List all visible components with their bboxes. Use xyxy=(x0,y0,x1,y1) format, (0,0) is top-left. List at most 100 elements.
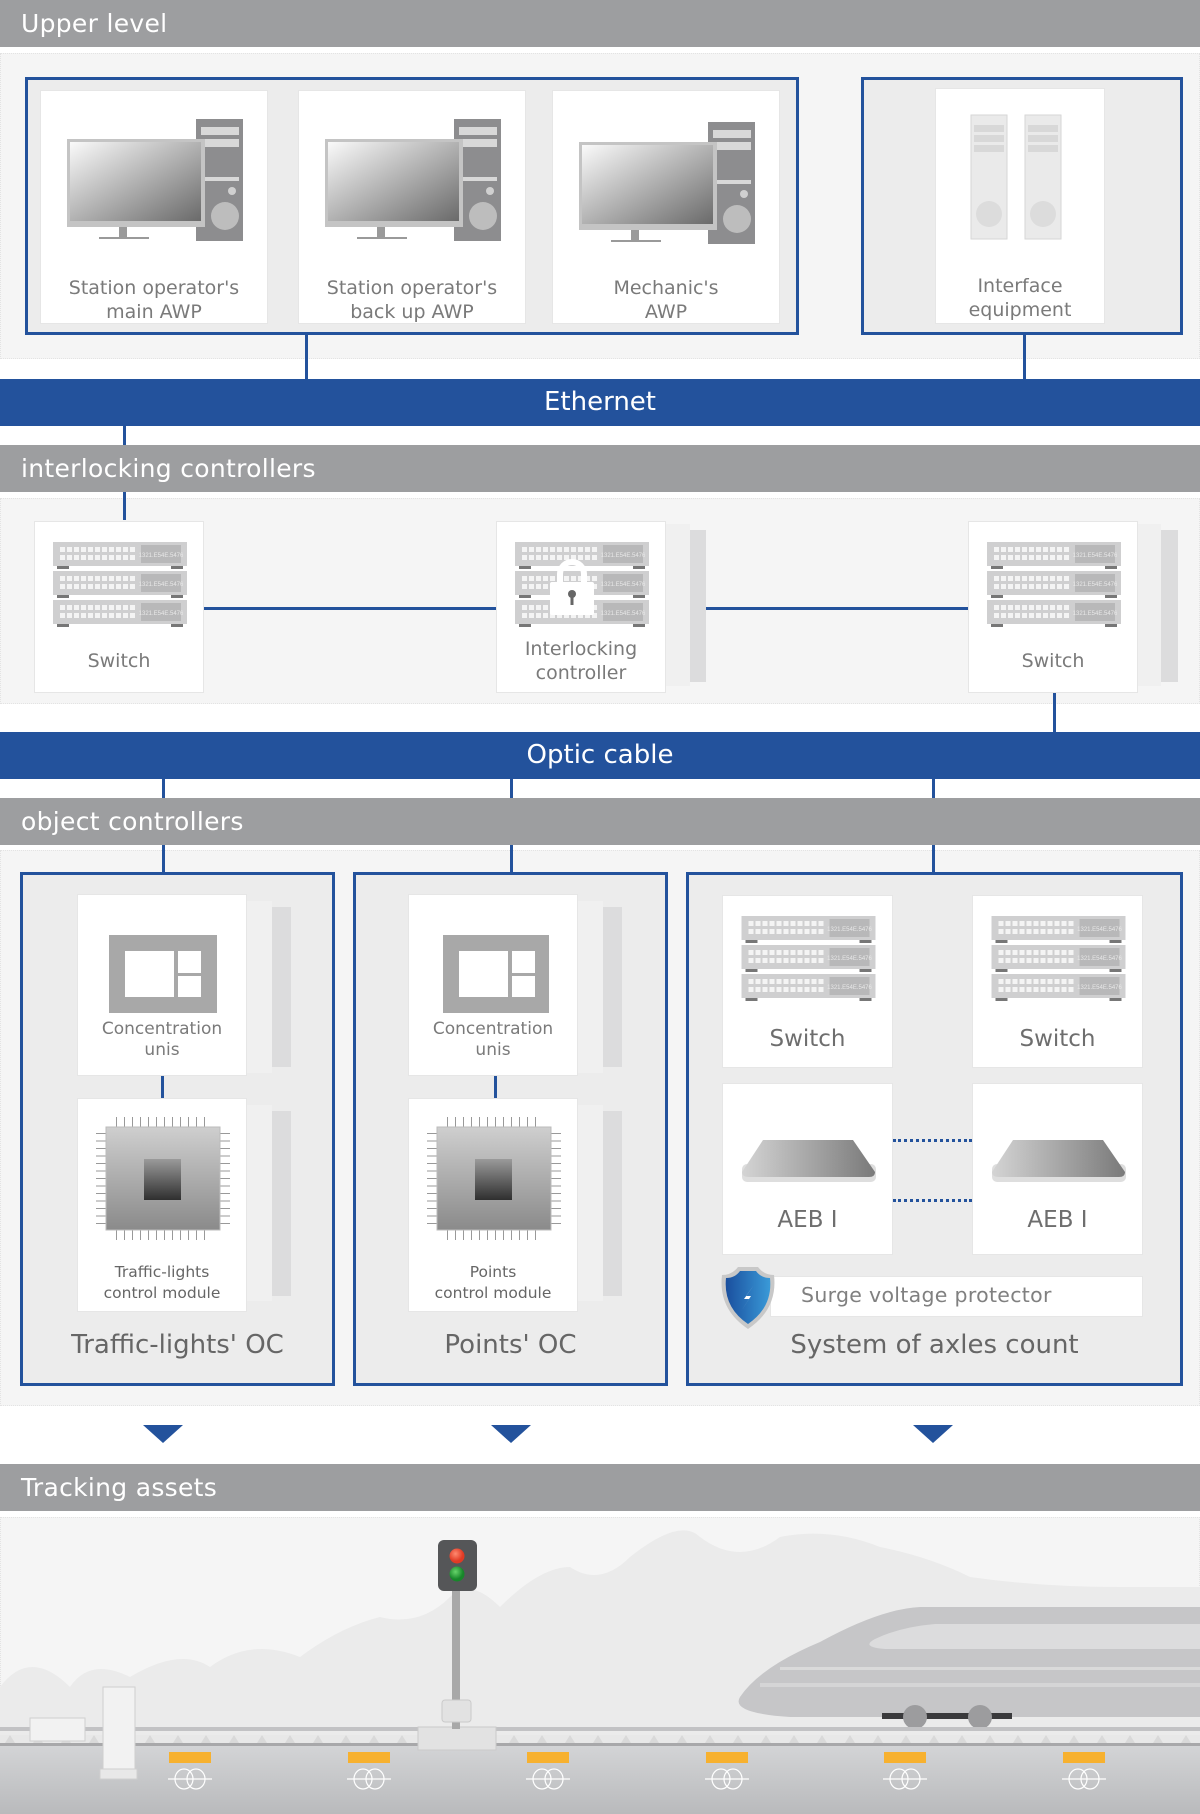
ethernet-label: Ethernet xyxy=(544,387,656,417)
track-box-icon xyxy=(29,1717,86,1742)
points-oc-title: Points' OC xyxy=(444,1330,577,1360)
card-stack-shadow xyxy=(578,901,603,1073)
surge-protector-label: Surge voltage protector xyxy=(801,1283,1052,1307)
svg-text:1321.E54E.5476: 1321.E54E.5476 xyxy=(1077,985,1122,991)
aeb-link-dotted xyxy=(893,1199,972,1202)
svg-text:1321.E54E.5476: 1321.E54E.5476 xyxy=(1077,927,1122,933)
card-stack-shadow xyxy=(1160,530,1178,682)
card-stack-shadow xyxy=(666,524,690,686)
connector-line xyxy=(123,492,126,520)
workstation-label: Station operator's main AWP xyxy=(68,277,240,323)
optic-cable-bus: Optic cable xyxy=(0,732,1200,779)
connector-line xyxy=(932,845,935,873)
switch-label: Switch xyxy=(87,650,151,672)
connector-line xyxy=(123,425,126,445)
traffic-lights-oc-title: Traffic-lights' OC xyxy=(71,1330,284,1360)
connector-line xyxy=(494,1076,497,1098)
down-arrow-icon xyxy=(491,1425,531,1443)
svg-text:1321.E54E.5476: 1321.E54E.5476 xyxy=(1077,956,1122,962)
svg-text:1321.E54E.5476: 1321.E54E.5476 xyxy=(827,927,872,933)
svg-text:1321.E54E.5476: 1321.E54E.5476 xyxy=(1073,611,1118,617)
concentration-unit-card[interactable]: Concentration unis xyxy=(408,894,578,1076)
down-arrow-icon xyxy=(913,1425,953,1443)
workstation-label: Mechanic's AWP xyxy=(613,277,719,323)
switch-card[interactable]: 1321.E54E.5476 1321.E54E.5476 1321.E54E.54… xyxy=(722,895,893,1068)
workstation-card-main[interactable]: Station operator's main AWP xyxy=(40,90,268,324)
svg-text:1321.E54E.5476: 1321.E54E.5476 xyxy=(827,956,872,962)
card-stack-shadow xyxy=(270,1111,291,1296)
rail xyxy=(0,1727,1200,1731)
connector-line xyxy=(305,335,308,380)
card-stack-shadow xyxy=(247,901,272,1073)
connector-line xyxy=(1053,693,1056,733)
link-line xyxy=(204,607,496,610)
aeb-card[interactable]: AEB I xyxy=(722,1083,893,1255)
section-title: Upper level xyxy=(21,9,168,38)
svg-text:1321.E54E.5476: 1321.E54E.5476 xyxy=(139,582,184,588)
card-stack-shadow xyxy=(688,530,706,682)
module-label: Traffic-lights control module xyxy=(103,1263,221,1302)
points-module-card[interactable]: Points control module xyxy=(408,1098,578,1312)
connector-line xyxy=(1023,335,1026,380)
axles-count-title: System of axles count xyxy=(790,1330,1079,1360)
svg-text:1321.E54E.5476: 1321.E54E.5476 xyxy=(139,553,184,559)
axle-sensor-marker xyxy=(527,1752,569,1763)
interface-label: Interface equipment xyxy=(968,275,1072,321)
svg-text:1321.E54E.5476: 1321.E54E.5476 xyxy=(1073,553,1118,559)
connector-line xyxy=(161,1076,164,1098)
concentration-unit-label: Concentration unis xyxy=(432,1019,554,1060)
switch-label: Switch xyxy=(1021,650,1085,672)
switch-card-right[interactable]: 1321.E54E.5476 1321.E54E.5476 1321.E54E.54… xyxy=(968,521,1138,693)
card-stack-shadow xyxy=(1137,524,1161,686)
surge-protector-card[interactable]: Surge voltage protector xyxy=(770,1276,1143,1317)
connector-line xyxy=(162,845,165,873)
concentration-unit-card[interactable]: Concentration unis xyxy=(77,894,247,1076)
green-signal-light xyxy=(449,1566,465,1582)
aeb-label: AEB I xyxy=(1027,1207,1088,1233)
axle-sensor-marker xyxy=(169,1752,211,1763)
optic-cable-label: Optic cable xyxy=(526,740,674,770)
concentration-unit-label: Concentration unis xyxy=(101,1019,223,1060)
section-title: Tracking assets xyxy=(21,1473,218,1502)
link-line xyxy=(666,607,968,610)
section-title: interlocking controllers xyxy=(21,454,316,483)
workstation-label: Station operator's back up AWP xyxy=(326,277,498,323)
card-stack-shadow xyxy=(578,1105,603,1301)
down-arrow-icon xyxy=(143,1425,183,1443)
interface-equipment-card[interactable]: Interface equipment xyxy=(935,88,1105,324)
section-title: object controllers xyxy=(21,807,244,836)
connector-line xyxy=(510,779,513,799)
interlocking-controller-card[interactable]: 1321.E54E.5476 1321.E54E.5476 1321.E54E.54… xyxy=(496,521,666,693)
axle-sensor-marker xyxy=(706,1752,748,1763)
connector-line xyxy=(932,779,935,799)
switch-label: Switch xyxy=(1019,1026,1096,1052)
connector-line xyxy=(510,845,513,873)
railway-scene xyxy=(0,1530,1200,1814)
section-header-interlocking: interlocking controllers xyxy=(0,445,1200,492)
card-stack-shadow xyxy=(247,1105,272,1301)
traffic-lights-module-card[interactable]: Traffic-lights control module xyxy=(77,1098,247,1312)
track-cabinet-icon xyxy=(102,1686,136,1770)
section-header-object-controllers: object controllers xyxy=(0,798,1200,845)
aeb-link-dotted xyxy=(893,1139,972,1142)
workstation-card-mechanic[interactable]: Mechanic's AWP xyxy=(552,90,780,324)
switch-card[interactable]: 1321.E54E.5476 1321.E54E.5476 1321.E54E.54… xyxy=(972,895,1143,1068)
ethernet-bus: Ethernet xyxy=(0,379,1200,426)
workstation-card-backup[interactable]: Station operator's back up AWP xyxy=(298,90,526,324)
switch-card-left[interactable]: 1321.E54E.5476 1321.E54E.5476 1321.E54E.54… xyxy=(34,521,204,693)
svg-text:1321.E54E.5476: 1321.E54E.5476 xyxy=(827,985,872,991)
section-header-upper-level: Upper level xyxy=(0,0,1200,47)
card-stack-shadow xyxy=(601,907,622,1067)
svg-text:1321.E54E.5476: 1321.E54E.5476 xyxy=(1073,582,1118,588)
card-stack-shadow xyxy=(270,907,291,1067)
connector-line xyxy=(162,779,165,799)
switch-label: Switch xyxy=(769,1026,846,1052)
aeb-card[interactable]: AEB I xyxy=(972,1083,1143,1255)
axle-sensor-marker xyxy=(884,1752,926,1763)
rail xyxy=(0,1743,1200,1746)
section-header-tracking-assets: Tracking assets xyxy=(0,1464,1200,1511)
module-label: Points control module xyxy=(434,1263,552,1302)
card-stack-shadow xyxy=(601,1111,622,1296)
axle-sensor-marker xyxy=(1063,1752,1105,1763)
shield-lightning-icon xyxy=(721,1267,775,1329)
